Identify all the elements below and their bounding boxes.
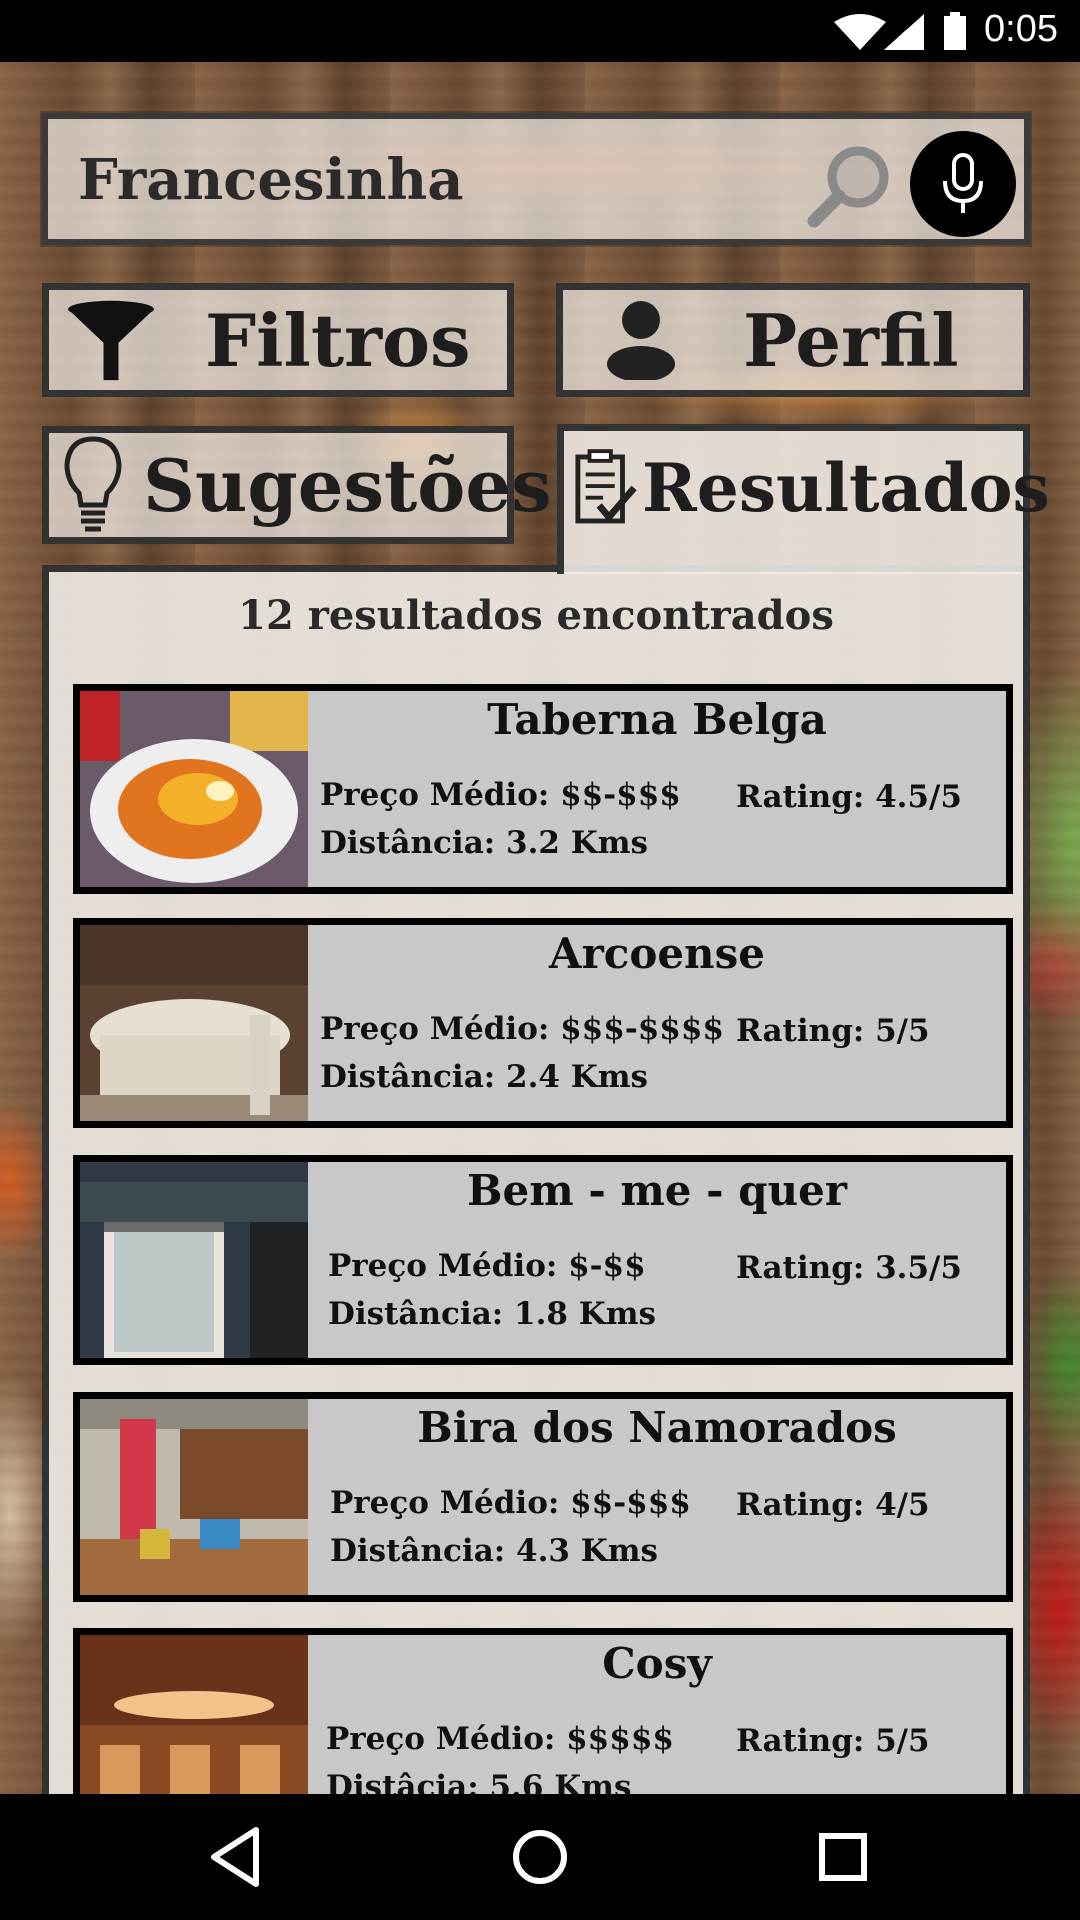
microphone-icon [943, 153, 983, 213]
restaurant-name: Cosy [602, 1639, 712, 1688]
status-bar: 0:05 [0, 0, 1080, 62]
restaurant-name: Bem - me - quer [467, 1166, 847, 1215]
result-card[interactable]: Bira dos Namorados Preço Médio: $$-$$$ D… [73, 1392, 1013, 1602]
microphone-button[interactable] [910, 131, 1016, 237]
tab-filtros-label: Filtros [205, 297, 471, 383]
restaurant-name: Arcoense [549, 929, 765, 978]
rating: Rating: 4.5/5 [736, 779, 962, 815]
restaurant-photo [80, 925, 308, 1121]
rating: Rating: 4/5 [736, 1487, 930, 1523]
wifi-icon [834, 14, 886, 50]
rating: Rating: 5/5 [736, 1013, 930, 1049]
tab-sugestoes-label: Sugestões [143, 442, 552, 528]
tab-perfil-label: Perfil [743, 297, 959, 383]
distance: Distância: 3.2 Kms [320, 825, 648, 861]
lightbulb-icon [64, 436, 122, 532]
battery-icon [944, 12, 966, 50]
rating: Rating: 5/5 [736, 1723, 930, 1759]
restaurant-name: Bira dos Namorados [417, 1403, 897, 1452]
restaurant-photo [80, 1162, 308, 1358]
distance: Distâcia: 5.6 Kms [326, 1769, 632, 1794]
distance: Distância: 4.3 Kms [330, 1533, 658, 1569]
tab-resultados[interactable]: Resultados [557, 424, 1050, 574]
results-count: 12 resultados encontrados [238, 592, 834, 639]
search-bar [42, 113, 1030, 245]
results-panel: 12 resultados encontrados Taberna Belga … [42, 565, 1030, 1794]
distance: Distância: 1.8 Kms [328, 1296, 656, 1332]
navigation-bar [0, 1794, 1080, 1920]
search-icon[interactable] [802, 139, 898, 235]
result-card[interactable]: Cosy Preço Médio: $$$$$ Distâcia: 5.6 Km… [73, 1628, 1013, 1794]
restaurant-photo [80, 1635, 308, 1794]
average-price: Preço Médio: $$$$$ [326, 1721, 674, 1757]
person-icon [607, 301, 675, 380]
home-icon[interactable] [505, 1822, 575, 1892]
back-icon[interactable] [200, 1822, 270, 1892]
tab-filtros[interactable]: Filtros [42, 283, 514, 397]
rating: Rating: 3.5/5 [736, 1250, 962, 1286]
tab-perfil[interactable]: Perfil [556, 283, 1030, 397]
funnel-icon [68, 300, 154, 381]
result-card[interactable]: Taberna Belga Preço Médio: $$-$$$ Distân… [73, 684, 1013, 894]
average-price: Preço Médio: $$-$$$ [320, 777, 681, 813]
tab-sugestoes[interactable]: Sugestões [42, 426, 552, 544]
result-card[interactable]: Arcoense Preço Médio: $$$-$$$$ Distância… [73, 918, 1013, 1128]
restaurant-name: Taberna Belga [487, 695, 827, 744]
average-price: Preço Médio: $$-$$$ [330, 1485, 691, 1521]
restaurant-photo [80, 691, 308, 887]
tab-resultados-label: Resultados [642, 449, 1050, 527]
signal-icon [884, 14, 924, 50]
average-price: Preço Médio: $$$-$$$$ [320, 1011, 724, 1047]
distance: Distância: 2.4 Kms [320, 1059, 648, 1095]
clipboard-check-icon [575, 449, 637, 524]
restaurant-photo [80, 1399, 308, 1595]
result-card[interactable]: Bem - me - quer Preço Médio: $-$$ Distân… [73, 1155, 1013, 1365]
recents-icon[interactable] [808, 1822, 878, 1892]
status-time: 0:05 [984, 8, 1058, 50]
average-price: Preço Médio: $-$$ [328, 1248, 646, 1284]
search-input[interactable] [78, 141, 838, 219]
